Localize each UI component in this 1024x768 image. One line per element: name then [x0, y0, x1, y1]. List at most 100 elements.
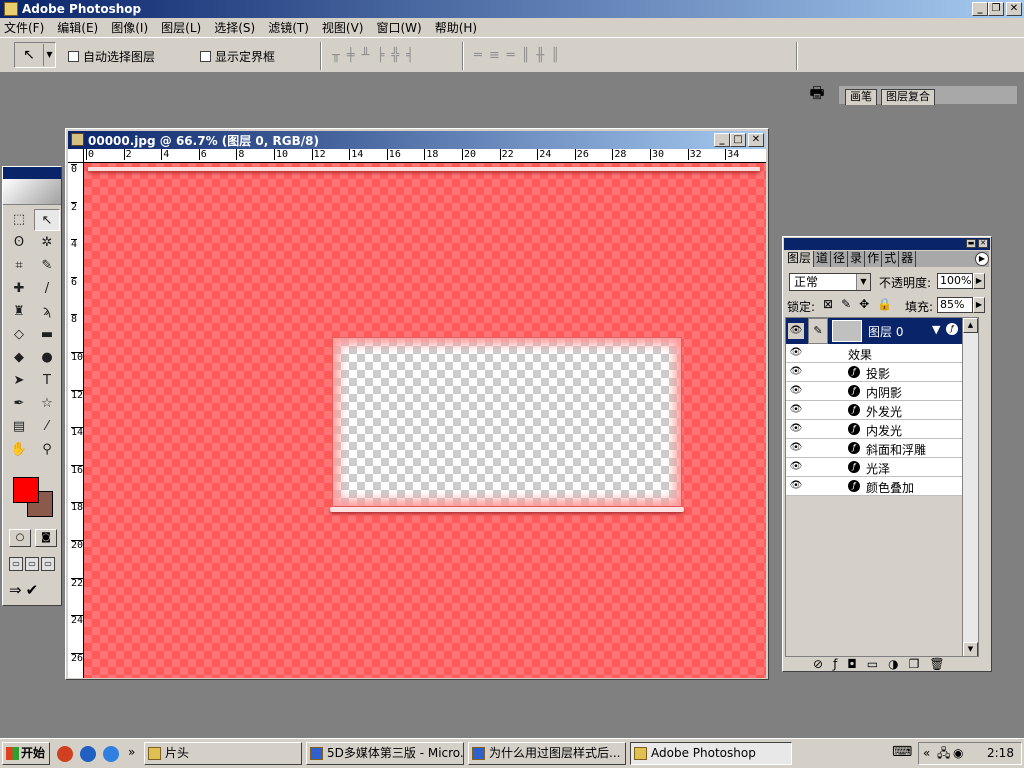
distribute-bottom-icon[interactable]: ═ — [507, 48, 515, 63]
distribute-top-icon[interactable]: ═ — [474, 48, 482, 63]
clone-stamp-icon[interactable]: ♜ — [6, 301, 32, 323]
doc-minimize-button[interactable]: _ — [714, 133, 730, 147]
palette-menu-icon[interactable]: ▶ — [975, 252, 989, 266]
full-screen-icon[interactable]: ▭ — [41, 557, 55, 571]
menu-image[interactable]: 图像(I) — [111, 19, 148, 36]
scroll-up-button[interactable]: ▲ — [963, 318, 978, 333]
distribute-hcenter-icon[interactable]: ╫ — [536, 48, 544, 63]
restore-button[interactable]: ❐ — [988, 2, 1004, 16]
toolbox-header[interactable] — [3, 167, 61, 179]
eye-icon[interactable]: 👁 — [788, 364, 804, 380]
hand-tool-icon[interactable]: ✋ — [6, 439, 32, 461]
messenger-icon[interactable] — [103, 746, 119, 762]
healing-brush-icon[interactable]: ✚ — [6, 278, 32, 300]
dodge-tool-icon[interactable]: ● — [34, 347, 60, 369]
quicklaunch-more-icon[interactable]: » — [128, 745, 135, 759]
tab-layers[interactable]: 图层 — [785, 251, 815, 267]
full-screen-menu-icon[interactable]: ▭ — [25, 557, 39, 571]
lock-position-icon[interactable]: ✥ — [859, 297, 869, 311]
adjustment-layer-icon[interactable]: ◑ — [888, 657, 898, 671]
fill-field[interactable]: 85% — [937, 297, 973, 313]
standard-mode-icon[interactable]: ○ — [9, 529, 31, 547]
align-left-icon[interactable]: ╞ — [376, 48, 384, 63]
align-vcenter-icon[interactable]: ╪ — [347, 48, 355, 63]
eye-icon[interactable]: 👁 — [788, 323, 804, 339]
network-icon[interactable]: 🖧 — [937, 743, 950, 764]
marquee-tool-icon[interactable]: ⬚ — [6, 209, 32, 231]
eye-icon[interactable]: 👁 — [788, 345, 804, 361]
new-group-icon[interactable]: ▭ — [867, 657, 878, 671]
menu-file[interactable]: 文件(F) — [4, 19, 44, 36]
palette-close-button[interactable]: ✕ — [978, 239, 988, 248]
effects-toggle-icon[interactable]: ▼ — [932, 323, 940, 336]
magic-wand-icon[interactable]: ✲ — [34, 232, 60, 254]
brush-link-icon[interactable]: ✎ — [808, 318, 828, 344]
trash-icon[interactable]: 🗑 — [929, 657, 944, 671]
opacity-field[interactable]: 100% — [937, 273, 973, 289]
menu-view[interactable]: 视图(V) — [322, 19, 364, 36]
distribute-left-icon[interactable]: ║ — [522, 48, 530, 63]
menu-layer[interactable]: 图层(L) — [161, 19, 201, 36]
tab-channels[interactable]: 道 — [814, 251, 832, 267]
move-tool-icon[interactable]: ↖ — [34, 209, 60, 231]
lock-transparency-icon[interactable]: ⊠ — [823, 297, 833, 311]
chevron-down-icon[interactable]: ▼ — [856, 274, 870, 290]
file-browser-icon[interactable]: 🖶 — [806, 82, 828, 104]
distribute-vcenter-icon[interactable]: ≡ — [489, 48, 500, 63]
palette-minimize-button[interactable]: ▬ — [966, 239, 976, 248]
blend-mode-select[interactable]: 正常 ▼ — [789, 273, 871, 291]
volume-icon[interactable]: ◉ — [953, 743, 963, 764]
align-bottom-icon[interactable]: ╨ — [362, 48, 370, 63]
vertical-ruler[interactable]: 0 2 4 6 8 10 12 14 16 18 20 22 24 26 — [68, 163, 84, 678]
effect-row[interactable]: 👁 ƒ 内阴影 — [786, 382, 978, 401]
document-titlebar[interactable]: 00000.jpg @ 66.7% (图层 0, RGB/8) _ □ ✕ — [68, 131, 766, 149]
shape-tool-icon[interactable]: ☆ — [34, 393, 60, 415]
tool-preset-picker[interactable]: ↖ ▼ — [14, 42, 56, 68]
close-button[interactable]: ✕ — [1006, 2, 1022, 16]
link-layers-icon[interactable]: ⊘ — [813, 657, 823, 671]
ruler-origin[interactable] — [68, 149, 84, 163]
quicklaunch-icon[interactable] — [57, 746, 73, 762]
taskbar-item-active[interactable]: Adobe Photoshop — [630, 742, 792, 765]
layers-scrollbar[interactable]: ▲ ▼ — [962, 318, 978, 656]
eye-icon[interactable]: 👁 — [788, 459, 804, 475]
fill-slider-button[interactable]: ▶ — [973, 297, 985, 313]
slice-tool-icon[interactable]: ✎ — [34, 255, 60, 277]
start-button[interactable]: 开始 — [2, 742, 50, 765]
canvas[interactable] — [84, 163, 766, 678]
effect-row[interactable]: 👁 ƒ 光泽 — [786, 458, 978, 477]
layers-palette-header[interactable]: ▬ ✕ — [784, 238, 990, 250]
path-select-icon[interactable]: ➤ — [6, 370, 32, 392]
horizontal-ruler[interactable]: 0 2 4 6 8 10 12 14 16 18 20 22 24 26 28 30 32 34 — [84, 149, 766, 163]
chevron-down-icon[interactable]: ▼ — [43, 44, 55, 66]
history-brush-icon[interactable]: ϡ — [34, 301, 60, 323]
distribute-right-icon[interactable]: ║ — [551, 48, 559, 63]
auto-select-checkbox[interactable] — [68, 51, 79, 62]
scroll-down-button[interactable]: ▼ — [963, 642, 978, 656]
eye-icon[interactable]: 👁 — [788, 440, 804, 456]
standard-screen-icon[interactable]: ▭ — [9, 557, 23, 571]
layer-row[interactable]: 👁 ✎ 图层 0 ▼ ƒ — [786, 318, 978, 344]
doc-maximize-button[interactable]: □ — [730, 133, 746, 147]
effect-row[interactable]: 👁 ƒ 内发光 — [786, 420, 978, 439]
layer-name[interactable]: 图层 0 — [868, 323, 903, 340]
keyboard-icon[interactable]: ⌨ — [892, 744, 912, 760]
menu-filter[interactable]: 滤镜(T) — [268, 19, 309, 36]
effect-row[interactable]: 👁 ƒ 外发光 — [786, 401, 978, 420]
show-bounds-checkbox[interactable] — [200, 51, 211, 62]
lock-pixels-icon[interactable]: ✎ — [841, 297, 851, 311]
align-hcenter-icon[interactable]: ╬ — [391, 48, 399, 63]
effects-header-row[interactable]: 👁 效果 — [786, 344, 978, 363]
tab-actions[interactable]: 作 — [865, 251, 883, 267]
taskbar-item[interactable]: 片头 — [144, 742, 302, 765]
auto-select-option[interactable]: 自动选择图层 — [68, 48, 155, 65]
doc-close-button[interactable]: ✕ — [748, 133, 764, 147]
layer-thumbnail[interactable] — [832, 320, 862, 342]
tray-expand-icon[interactable]: « — [923, 743, 930, 764]
menu-help[interactable]: 帮助(H) — [435, 19, 477, 36]
tab-styles[interactable]: 式 — [882, 251, 900, 267]
eye-icon[interactable]: 👁 — [788, 383, 804, 399]
menu-select[interactable]: 选择(S) — [214, 19, 255, 36]
foreground-color-swatch[interactable] — [13, 477, 39, 503]
tab-history[interactable]: 录 — [848, 251, 866, 267]
